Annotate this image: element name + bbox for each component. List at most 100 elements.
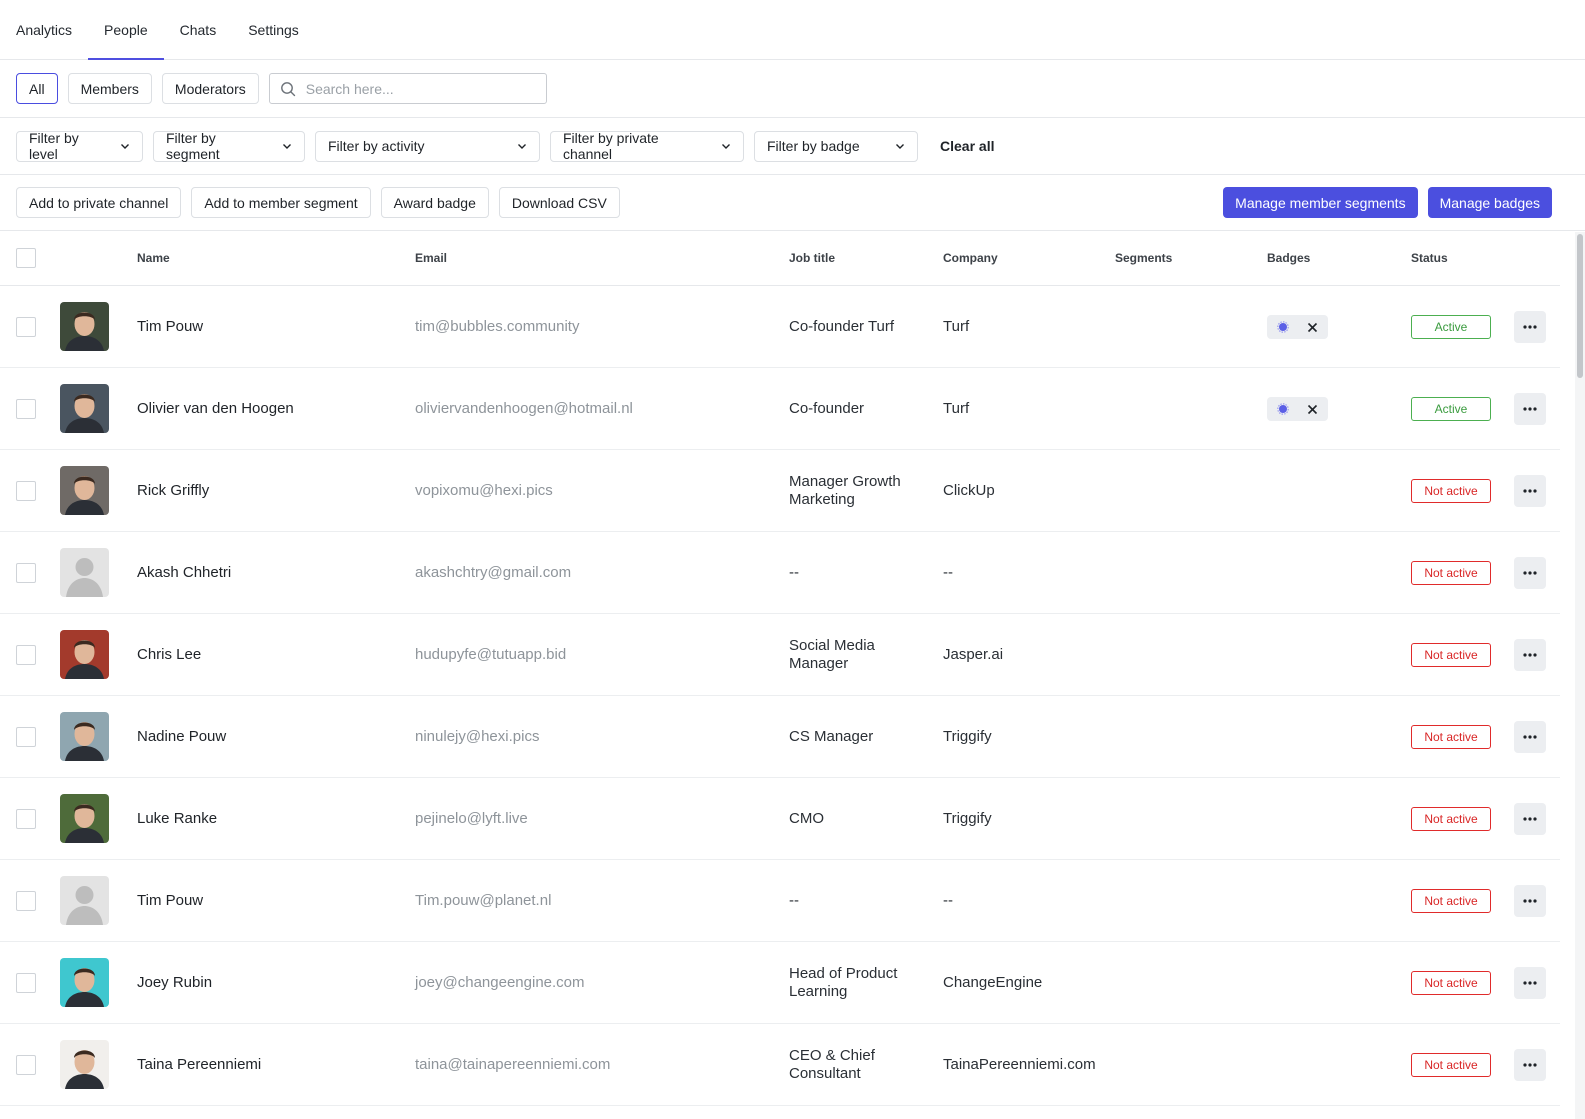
- member-name[interactable]: Nadine Pouw: [137, 696, 226, 778]
- column-header-job-title[interactable]: Job title: [789, 251, 835, 265]
- member-job-title: --: [789, 564, 799, 581]
- chevron-down-icon: [517, 141, 527, 151]
- tab-analytics[interactable]: Analytics: [16, 0, 72, 59]
- table-row[interactable]: Tim Pouw Tim.pouw@planet.nl -- -- Not active: [0, 860, 1560, 942]
- member-name[interactable]: Olivier van den Hoogen: [137, 368, 294, 450]
- more-options-button[interactable]: [1514, 557, 1546, 589]
- scrollbar-thumb[interactable]: [1577, 234, 1583, 378]
- status-badge: Active: [1411, 397, 1491, 421]
- member-name[interactable]: Taina Pereenniemi: [137, 1024, 261, 1106]
- filter-private-channel-dropdown[interactable]: Filter by private channel: [550, 130, 744, 162]
- row-checkbox[interactable]: [16, 891, 36, 911]
- scrollbar[interactable]: [1575, 232, 1585, 1119]
- row-checkbox[interactable]: [16, 645, 36, 665]
- dropdown-label: Filter by segment: [166, 130, 220, 162]
- ellipsis-icon: [1523, 653, 1537, 657]
- member-company: Turf: [943, 400, 970, 417]
- column-header-badges[interactable]: Badges: [1267, 251, 1310, 265]
- row-checkbox[interactable]: [16, 563, 36, 583]
- row-checkbox[interactable]: [16, 973, 36, 993]
- member-job-title: CS Manager: [789, 728, 874, 745]
- column-header-name[interactable]: Name: [137, 251, 170, 265]
- more-options-button[interactable]: [1514, 885, 1546, 917]
- row-checkbox[interactable]: [16, 481, 36, 501]
- column-header-status[interactable]: Status: [1411, 251, 1448, 265]
- member-name[interactable]: Chris Lee: [137, 614, 201, 696]
- search-box[interactable]: [268, 73, 547, 104]
- member-name[interactable]: Rick Griffly: [137, 450, 209, 532]
- more-options-button[interactable]: [1514, 1049, 1546, 1081]
- column-header-company[interactable]: Company: [943, 251, 998, 265]
- member-name[interactable]: Joey Rubin: [137, 942, 212, 1024]
- more-options-button[interactable]: [1514, 639, 1546, 671]
- table-body: Tim Pouw tim@bubbles.community Co-founder …: [0, 286, 1560, 1106]
- manage-badges-button[interactable]: Manage badges: [1427, 187, 1552, 218]
- status-badge: Not active: [1411, 807, 1491, 831]
- tab-label: Chats: [179, 21, 217, 38]
- download-csv-button[interactable]: Download CSV: [498, 187, 620, 218]
- column-header-segments[interactable]: Segments: [1115, 251, 1172, 265]
- tab-label: People: [104, 21, 148, 38]
- member-company: Triggify: [943, 728, 992, 745]
- member-name[interactable]: Luke Ranke: [137, 778, 217, 860]
- search-input[interactable]: [305, 80, 526, 97]
- column-header-email[interactable]: Email: [415, 251, 447, 265]
- ellipsis-icon: [1523, 899, 1537, 903]
- badge-chip[interactable]: [1267, 397, 1328, 421]
- avatar: [60, 876, 109, 925]
- add-to-private-channel-button[interactable]: Add to private channel: [16, 187, 182, 218]
- tab-chats[interactable]: Chats: [180, 0, 217, 59]
- table-row[interactable]: Nadine Pouw ninulejy@hexi.pics CS Manager T…: [0, 696, 1560, 778]
- filter-badge-dropdown[interactable]: Filter by badge: [754, 130, 918, 162]
- table-row[interactable]: Luke Ranke pejinelo@lyft.live CMO Triggify N…: [0, 778, 1560, 860]
- filter-activity-dropdown[interactable]: Filter by activity: [315, 130, 540, 162]
- more-options-button[interactable]: [1514, 475, 1546, 507]
- member-job-title: Co-founder: [789, 400, 865, 417]
- close-icon[interactable]: [1307, 404, 1318, 415]
- table-row[interactable]: Akash Chhetri akashchtry@gmail.com -- -- Not…: [0, 532, 1560, 614]
- manage-member-segments-button[interactable]: Manage member segments: [1223, 187, 1418, 218]
- more-options-button[interactable]: [1514, 311, 1546, 343]
- member-name[interactable]: Tim Pouw: [137, 860, 203, 942]
- table-row[interactable]: Joey Rubin joey@changeengine.com Head of P…: [0, 942, 1560, 1024]
- row-checkbox[interactable]: [16, 1055, 36, 1075]
- member-company: --: [943, 892, 953, 909]
- table-row[interactable]: Olivier van den Hoogen oliviervandenhooge…: [0, 368, 1560, 450]
- segment-all-button[interactable]: All: [16, 73, 58, 104]
- status-badge: Not active: [1411, 643, 1491, 667]
- more-options-button[interactable]: [1514, 393, 1546, 425]
- row-checkbox[interactable]: [16, 317, 36, 337]
- ellipsis-icon: [1523, 571, 1537, 575]
- award-badge-button[interactable]: Award badge: [380, 187, 489, 218]
- close-icon[interactable]: [1307, 322, 1318, 333]
- table-row[interactable]: Chris Lee hudupyfe@tutuapp.bid Social Medi…: [0, 614, 1560, 696]
- table-row[interactable]: Taina Pereenniemi taina@tainapereenniemi.…: [0, 1024, 1560, 1106]
- more-options-button[interactable]: [1514, 721, 1546, 753]
- row-checkbox[interactable]: [16, 809, 36, 829]
- segment-members-button[interactable]: Members: [67, 73, 152, 104]
- ellipsis-icon: [1523, 981, 1537, 985]
- segment-moderators-button[interactable]: Moderators: [161, 73, 259, 104]
- clear-all-button[interactable]: Clear all: [940, 138, 994, 154]
- more-options-button[interactable]: [1514, 803, 1546, 835]
- member-email: tim@bubbles.community: [415, 318, 580, 335]
- member-company: --: [943, 564, 953, 581]
- top-nav: Analytics People Chats Settings: [0, 0, 1585, 60]
- member-name[interactable]: Tim Pouw: [137, 286, 203, 368]
- more-options-button[interactable]: [1514, 967, 1546, 999]
- dropdown-label: Filter by private channel: [563, 130, 659, 162]
- row-checkbox[interactable]: [16, 727, 36, 747]
- table-row[interactable]: Tim Pouw tim@bubbles.community Co-founder …: [0, 286, 1560, 368]
- ellipsis-icon: [1523, 325, 1537, 329]
- tab-people[interactable]: People: [88, 0, 164, 60]
- table-row[interactable]: Rick Griffly vopixomu@hexi.pics Manager Gr…: [0, 450, 1560, 532]
- filter-level-dropdown[interactable]: Filter by level: [16, 130, 143, 162]
- select-all-checkbox[interactable]: [16, 248, 36, 268]
- badge-chip[interactable]: [1267, 315, 1328, 339]
- tab-settings[interactable]: Settings: [248, 0, 299, 59]
- filter-segment-dropdown[interactable]: Filter by segment: [153, 130, 305, 162]
- member-name[interactable]: Akash Chhetri: [137, 532, 231, 614]
- add-to-member-segment-button[interactable]: Add to member segment: [191, 187, 371, 218]
- status-badge: Active: [1411, 315, 1491, 339]
- row-checkbox[interactable]: [16, 399, 36, 419]
